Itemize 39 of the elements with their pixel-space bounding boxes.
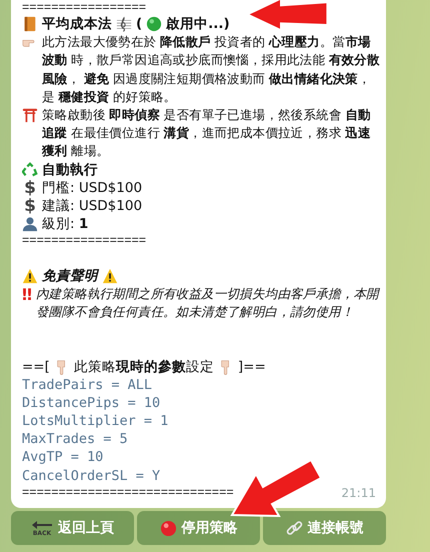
divider-text: =============================: [22, 484, 234, 500]
message-text: 免責聲明: [42, 266, 98, 285]
dollar-icon: $: [22, 196, 38, 216]
parameter-line: LotsMultiplier = 1: [22, 412, 170, 430]
parameter-line: MaxTrades = 5: [22, 430, 129, 448]
keyboard-button[interactable]: 連接帳號: [263, 511, 386, 545]
recycle-icon: [22, 162, 38, 178]
message-text: 自動執行: [42, 160, 98, 179]
message-text: ==[: [22, 358, 50, 376]
warning-icon: [102, 268, 118, 284]
dollar-icon: $: [22, 178, 38, 197]
divider-text: =================: [22, 0, 146, 15]
message-time: 21:11: [341, 486, 376, 500]
exclamation-icon: ‼: [22, 286, 32, 303]
message-text: 啟用中...): [166, 15, 230, 34]
message-text: (: [136, 15, 142, 34]
music-staff-icon: [116, 16, 132, 32]
parameter-line: CancelOrderSL = Y: [22, 466, 162, 485]
message-text: ]==: [238, 358, 266, 376]
link-icon: [286, 520, 302, 536]
keyboard-button[interactable]: 停用策略: [137, 511, 260, 545]
status-dot-icon: [146, 16, 162, 32]
book-icon: [22, 16, 38, 32]
message-text: 此策略現時的參數設定: [74, 358, 214, 376]
parameter-line: AvgTP = 10: [22, 448, 104, 467]
paragraph: 內建策略執行期間之所有收益及一切損失均由客戶承擔，本開發團隊不會負任何責任。如未清楚了解明白，請勿使用！: [36, 284, 381, 321]
message-text: 級別: 1: [42, 215, 88, 234]
divider-text: =================: [22, 233, 146, 248]
parameter-line: TradePairs = ALL: [22, 376, 154, 394]
stop-dot-icon: [160, 520, 176, 536]
message-text: 建議: USD$100: [42, 196, 142, 216]
paragraph: 策略啟動後 即時偵察 是否有單子已進場，然後系統會 自動追蹤 在最佳價位進行 溝貨，進而把成本價拉近，務求 迅速獲利 離場。: [42, 106, 372, 160]
parameter-line: DistancePips = 10: [22, 394, 162, 412]
person-icon: [22, 216, 38, 232]
message-text: 門檻: USD$100: [42, 178, 142, 197]
message-text: 平均成本法: [42, 15, 112, 34]
paragraph: 此方法最大優勢在於 降低散戶 投資者的 心理壓力。當市場波動 時，散戶常因追高或抄底而懊惱，採用此法能 有效分散風險， 避免 因過度關注短期價格波動而 做出情緒化決策，是 穩健投資 的好策略。: [42, 33, 381, 106]
torii-gate-icon: [22, 107, 38, 123]
warning-icon: [22, 268, 38, 284]
